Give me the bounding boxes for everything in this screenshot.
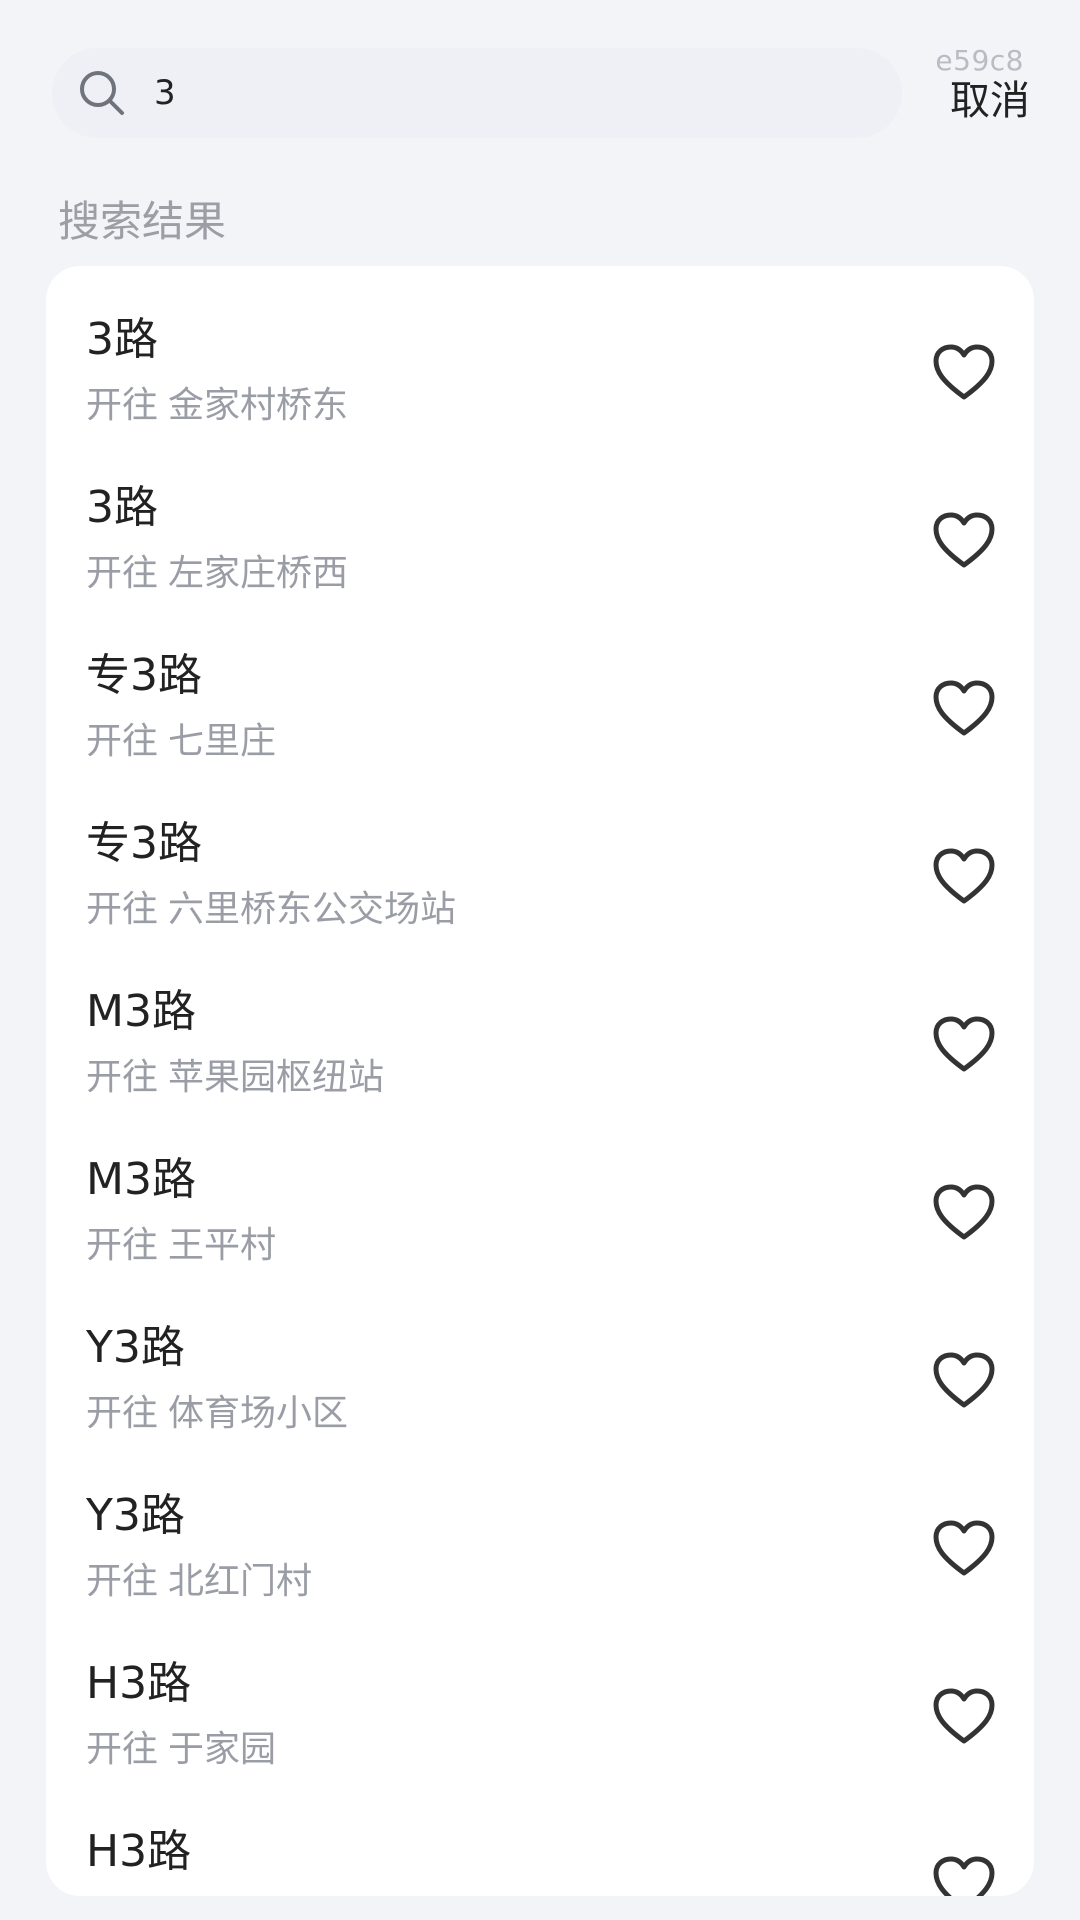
heart-icon <box>933 1520 995 1576</box>
destination-name: 体育场小区 <box>168 1393 349 1434</box>
route-name: Y3路 <box>86 1322 185 1373</box>
destination-prefix: 开往 <box>86 1561 159 1602</box>
result-item[interactable]: M3路 开往 王平村 <box>46 1106 1034 1274</box>
result-item[interactable]: H3路 <box>46 1778 1034 1896</box>
route-name: M3路 <box>86 1154 196 1205</box>
result-item[interactable]: M3路 开往 苹果园枢纽站 <box>46 938 1034 1106</box>
route-destination: 开往 北红门村 <box>86 1564 312 1600</box>
heart-icon <box>933 1184 995 1240</box>
favorite-button[interactable] <box>932 679 996 737</box>
destination-name: 金家村桥东 <box>168 385 349 426</box>
destination-prefix: 开往 <box>86 889 159 930</box>
destination-prefix: 开往 <box>86 721 159 762</box>
destination-name: 苹果园枢纽站 <box>168 1057 385 1098</box>
destination-prefix: 开往 <box>86 1057 159 1098</box>
result-item[interactable]: 3路 开往 金家村桥东 <box>46 266 1034 434</box>
result-item[interactable]: Y3路 开往 体育场小区 <box>46 1274 1034 1442</box>
destination-prefix: 开往 <box>86 1225 159 1266</box>
favorite-button[interactable] <box>932 1015 996 1073</box>
route-name: H3路 <box>86 1658 192 1709</box>
route-destination: 开往 七里庄 <box>86 724 276 760</box>
heart-icon <box>933 1016 995 1072</box>
destination-name: 于家园 <box>168 1729 277 1770</box>
favorite-button[interactable] <box>932 1351 996 1409</box>
search-icon <box>80 71 124 115</box>
route-destination: 开往 左家庄桥西 <box>86 556 348 592</box>
heart-icon <box>933 1856 995 1896</box>
search-input[interactable] <box>152 72 806 114</box>
result-item[interactable]: 3路 开往 左家庄桥西 <box>46 434 1034 602</box>
route-name: M3路 <box>86 986 196 1037</box>
destination-name: 左家庄桥西 <box>168 553 349 594</box>
favorite-button[interactable] <box>932 511 996 569</box>
favorite-button[interactable] <box>932 1519 996 1577</box>
favorite-button[interactable] <box>932 847 996 905</box>
destination-name: 七里庄 <box>168 721 277 762</box>
route-name: 专3路 <box>86 818 202 869</box>
result-item[interactable]: H3路 开往 于家园 <box>46 1610 1034 1778</box>
destination-name: 六里桥东公交场站 <box>168 889 457 930</box>
heart-icon <box>933 680 995 736</box>
favorite-button[interactable] <box>932 1183 996 1241</box>
route-name: 专3路 <box>86 650 202 701</box>
destination-name: 北红门村 <box>168 1561 313 1602</box>
search-field-container[interactable] <box>52 48 902 138</box>
result-item[interactable]: 专3路 开往 六里桥东公交场站 <box>46 770 1034 938</box>
heart-icon <box>933 848 995 904</box>
heart-icon <box>933 512 995 568</box>
route-name: Y3路 <box>86 1490 185 1541</box>
heart-icon <box>933 344 995 400</box>
route-destination: 开往 于家园 <box>86 1732 276 1768</box>
section-title: 搜索结果 <box>58 197 227 246</box>
heart-icon <box>933 1688 995 1744</box>
route-destination: 开往 王平村 <box>86 1228 276 1264</box>
route-destination: 开往 金家村桥东 <box>86 388 348 424</box>
destination-name: 王平村 <box>168 1225 277 1266</box>
destination-prefix: 开往 <box>86 553 159 594</box>
favorite-button[interactable] <box>932 343 996 401</box>
destination-prefix: 开往 <box>86 1393 159 1434</box>
cancel-button[interactable]: 取消 <box>950 68 1030 126</box>
result-item[interactable]: Y3路 开往 北红门村 <box>46 1442 1034 1610</box>
destination-prefix: 开往 <box>86 385 159 426</box>
result-item[interactable]: 专3路 开往 七里庄 <box>46 602 1034 770</box>
route-name: H3路 <box>86 1826 192 1877</box>
route-name: 3路 <box>86 482 158 533</box>
favorite-button[interactable] <box>932 1855 996 1896</box>
route-destination: 开往 苹果园枢纽站 <box>86 1060 384 1096</box>
route-destination: 开往 体育场小区 <box>86 1396 348 1432</box>
results-card: 3路 开往 金家村桥东 3路 开往 左家庄桥西 专3路 开往 七里庄 专3路 开… <box>46 266 1034 1896</box>
heart-icon <box>933 1352 995 1408</box>
destination-prefix: 开往 <box>86 1729 159 1770</box>
search-bar: e59c8 取消 <box>0 0 1080 150</box>
favorite-button[interactable] <box>932 1687 996 1745</box>
route-destination: 开往 六里桥东公交场站 <box>86 892 456 928</box>
route-name: 3路 <box>86 314 158 365</box>
